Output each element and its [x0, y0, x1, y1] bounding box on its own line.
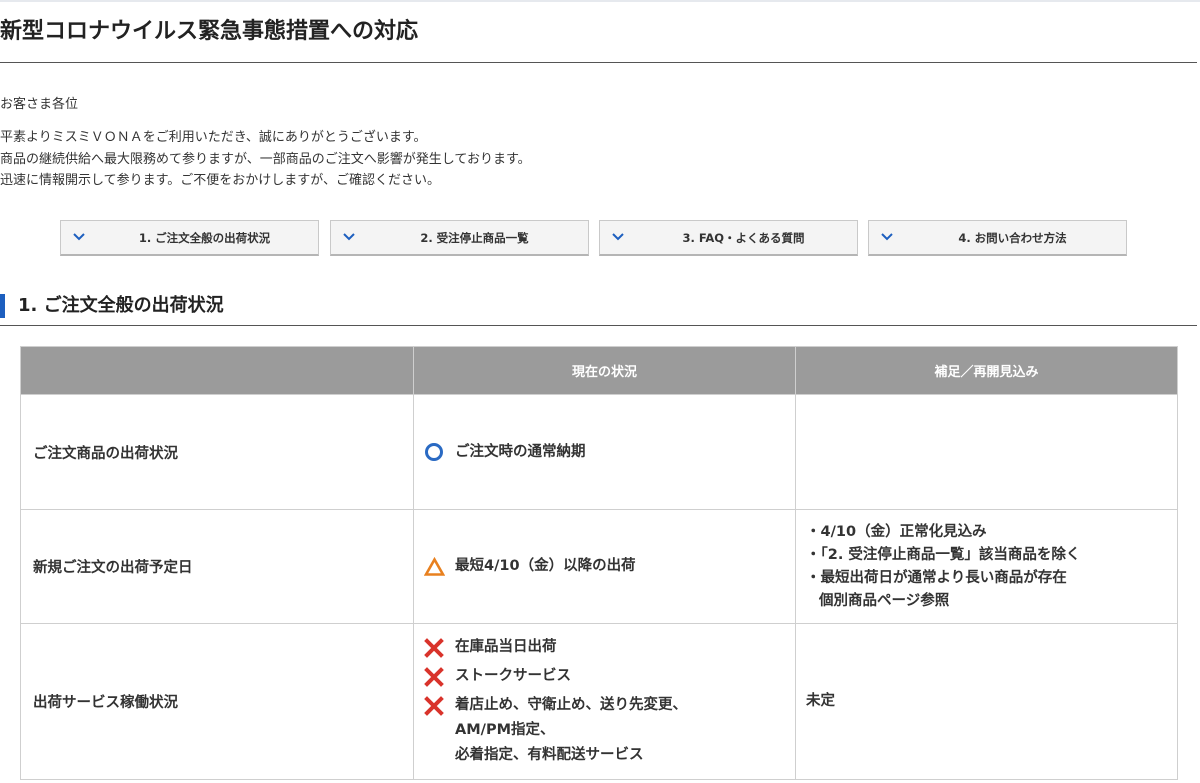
status-line: ストークサービス [424, 664, 785, 689]
status-line: 着店止め、守衛止め、送り先変更、 [424, 693, 785, 718]
note-line: ・「2. 受注停止商品一覧」該当商品を除く [806, 546, 1081, 563]
table-row: 新規ご注文の出荷予定日 最短4/10（金）以降の出荷 ・4/10（金）正常化見込… [20, 509, 1178, 624]
anchor-button-suspended-products[interactable]: 2. 受注停止商品一覧 [330, 220, 589, 256]
row-item-label: ご注文商品の出荷状況 [20, 394, 414, 510]
title-divider [0, 62, 1197, 63]
status-text-continuation: AM/PM指定、 [455, 722, 555, 738]
status-text: 着店止め、守衛止め、送り先変更、 [455, 697, 687, 713]
cross-icon [424, 664, 445, 689]
note-line: 個別商品ページ参照 [819, 592, 950, 609]
notes-cell: ・4/10（金）正常化見込み ・「2. 受注停止商品一覧」該当商品を除く ・最短… [795, 509, 1178, 624]
chevron-down-icon [343, 233, 355, 241]
status-line: 最短4/10（金）以降の出荷 [424, 554, 785, 579]
note-line: ・4/10（金）正常化見込み [806, 523, 987, 540]
note-line: ・最短出荷日が通常より長い商品が存在 [806, 569, 1067, 586]
status-cell: 最短4/10（金）以降の出荷 [413, 509, 796, 624]
section-heading: 1. ご注文全般の出荷状況 [0, 292, 1197, 320]
triangle-icon [424, 554, 445, 579]
anchor-button-label: 4. お問い合わせ方法 [958, 231, 1067, 245]
chevron-down-icon [881, 233, 893, 241]
top-divider [0, 0, 1200, 2]
notes-cell: 未定 [795, 623, 1178, 780]
intro-text: 平素よりミスミＶＯＮＡをご利用いただき、誠にありがとうございます。 商品の継続供… [0, 127, 531, 192]
table-row: ご注文商品の出荷状況 ご注文時の通常納期 [20, 394, 1178, 510]
circle-icon [424, 440, 445, 465]
status-cell: 在庫品当日出荷 ストークサービス 着店止め、守衛止め、送り先変更、 AM/PM指… [413, 623, 796, 780]
table-row: 出荷サービス稼働状況 在庫品当日出荷 ストークサービス 着店止め、守衛止め、送り… [20, 623, 1178, 780]
status-text: 在庫品当日出荷 [455, 639, 557, 655]
page-title: 新型コロナウイルス緊急事態措置への対応 [0, 19, 419, 44]
shipping-status-table: 現在の状況 補足／再開見込み ご注文商品の出荷状況 ご注文時の通常納期 新規ご注… [20, 346, 1178, 780]
anchor-button-shipping-status[interactable]: 1. ご注文全般の出荷状況 [60, 220, 319, 256]
cross-icon [424, 635, 445, 660]
row-item-label: 新規ご注文の出荷予定日 [20, 509, 414, 624]
status-text: ストークサービス [455, 668, 571, 684]
section-divider [0, 325, 1197, 326]
intro-line: 迅速に情報開示して参ります。ご不便をおかけしますが、ご確認ください。 [0, 173, 441, 188]
intro-line: 平素よりミスミＶＯＮＡをご利用いただき、誠にありがとうございます。 [0, 130, 427, 145]
status-text-continuation: 必着指定、有料配送サービス [455, 747, 644, 763]
column-header [20, 346, 414, 395]
anchor-button-label: 3. FAQ・よくある質問 [682, 231, 805, 245]
section-accent-bar [0, 294, 5, 318]
intro-line: 商品の継続供給へ最大限務めて参りますが、一部商品のご注文へ影響が発生しております… [0, 151, 531, 167]
status-line: 在庫品当日出荷 [424, 635, 785, 660]
notes-cell [795, 394, 1178, 510]
column-header: 補足／再開見込み [795, 346, 1178, 395]
status-text: 最短4/10（金）以降の出荷 [455, 558, 636, 574]
chevron-down-icon [612, 233, 624, 241]
status-text: ご注文時の通常納期 [455, 443, 586, 460]
row-item-label: 出荷サービス稼働状況 [20, 623, 414, 780]
column-header: 現在の状況 [413, 346, 796, 395]
cross-icon [424, 693, 445, 718]
status-cell: ご注文時の通常納期 [413, 394, 796, 510]
anchor-button-label: 1. ご注文全般の出荷状況 [138, 231, 271, 245]
section-title: 1. ご注文全般の出荷状況 [18, 295, 224, 316]
note-line: 未定 [806, 693, 835, 709]
anchor-button-faq[interactable]: 3. FAQ・よくある質問 [599, 220, 858, 256]
anchor-button-contact[interactable]: 4. お問い合わせ方法 [868, 220, 1127, 256]
table-header-row: 現在の状況 補足／再開見込み [20, 346, 1178, 395]
greeting-text: お客さま各位 [0, 97, 79, 112]
chevron-down-icon [73, 233, 85, 241]
anchor-button-label: 2. 受注停止商品一覧 [420, 231, 529, 245]
status-line: ご注文時の通常納期 [424, 440, 785, 465]
